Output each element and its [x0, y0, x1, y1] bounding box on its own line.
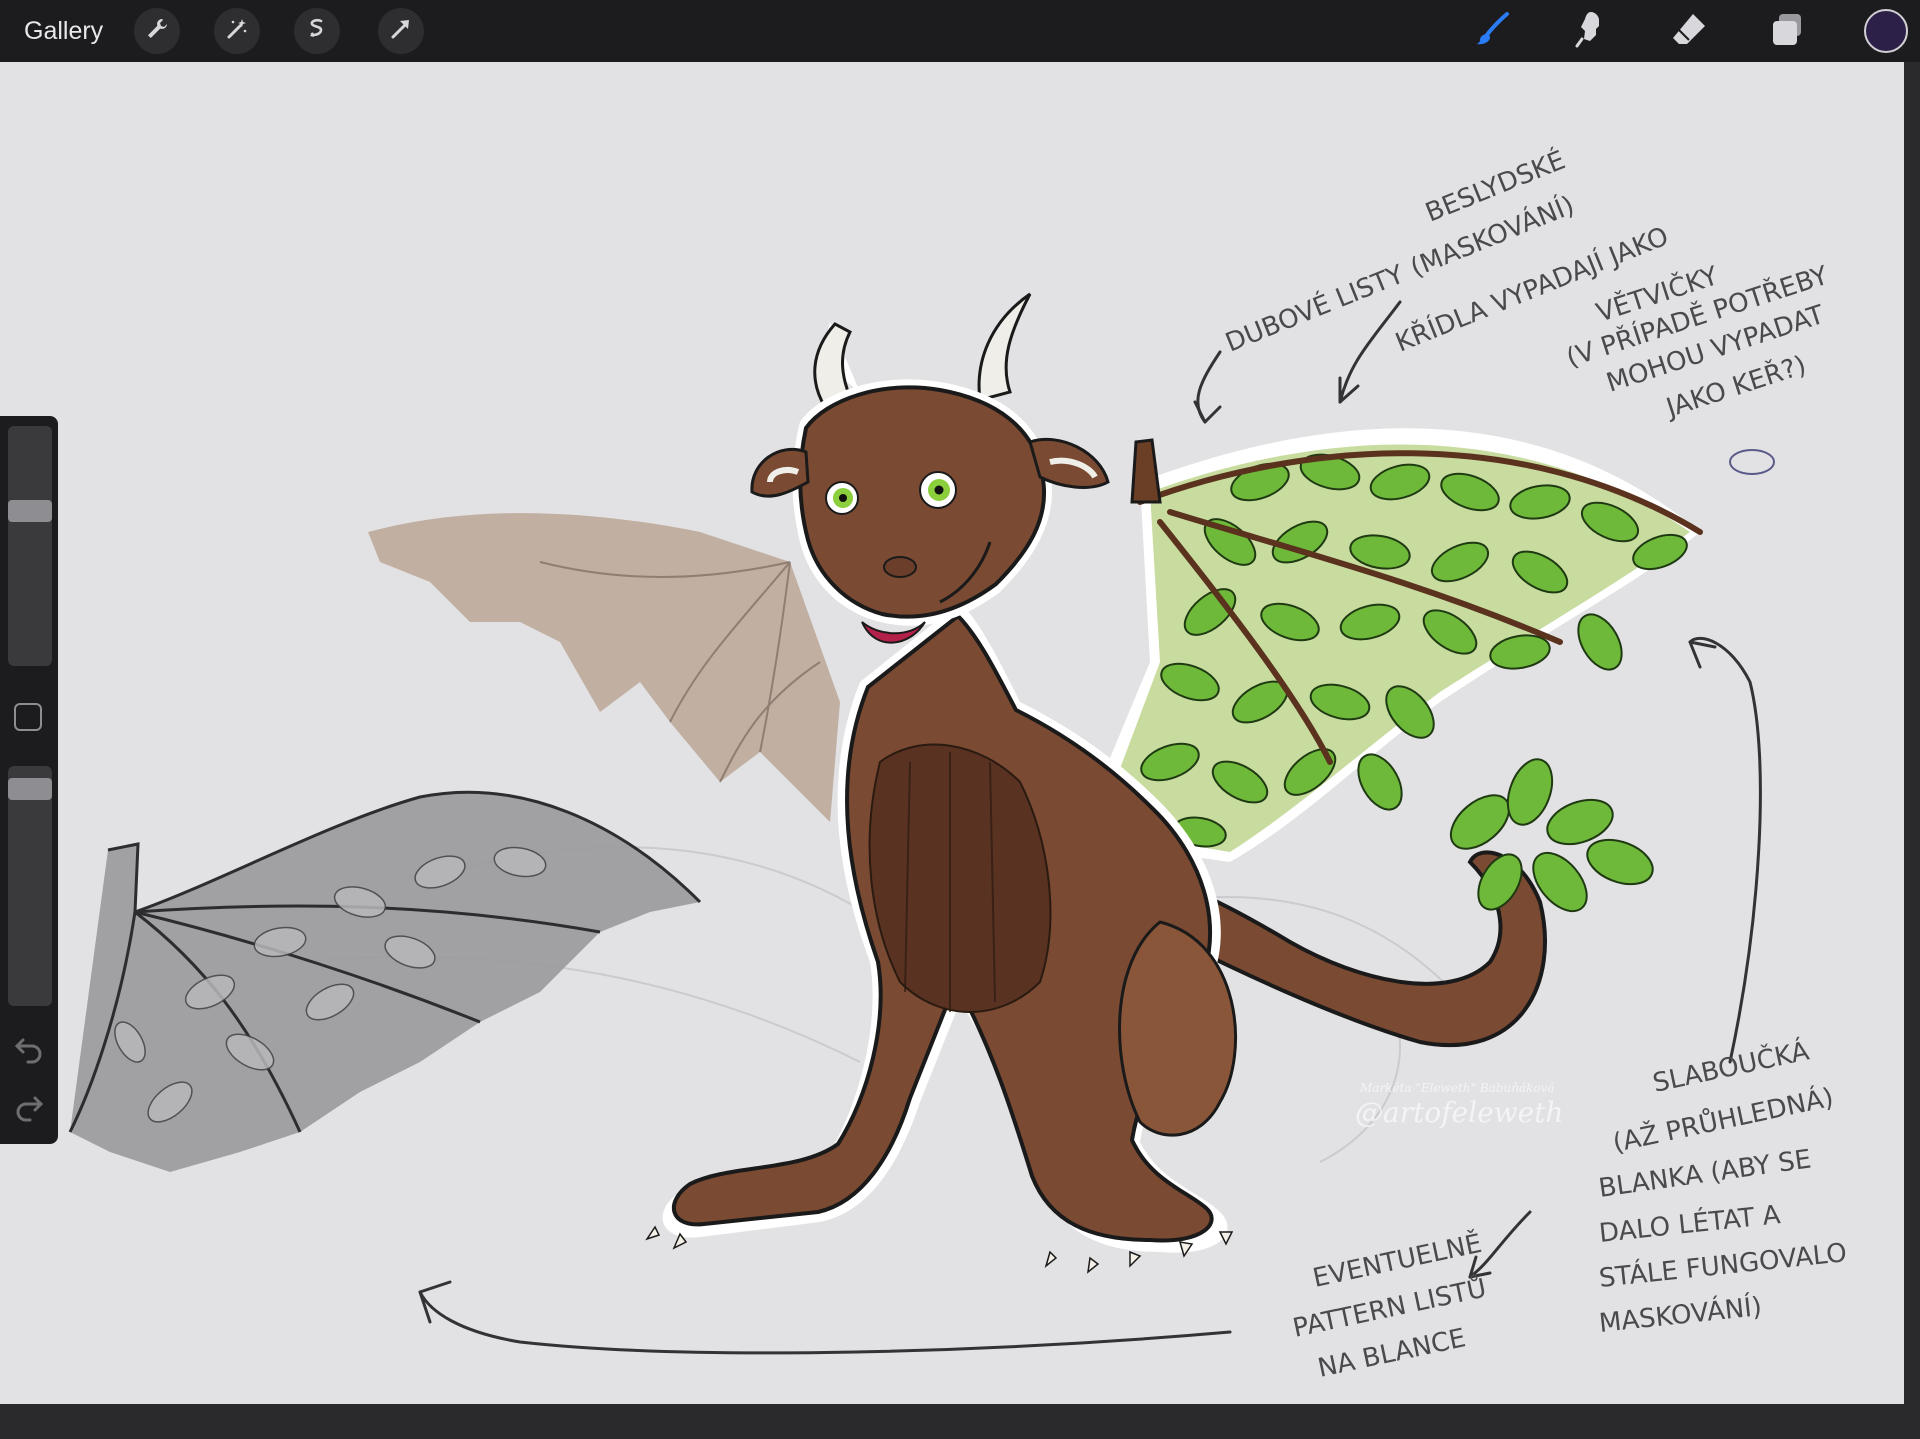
top-toolbar: Gallery [0, 0, 1920, 62]
brush-tool[interactable] [1470, 8, 1516, 54]
eraser-icon [1669, 9, 1709, 54]
note-membrane-1: SLABOUČKÁ [1650, 1034, 1812, 1098]
brush-size-thumb[interactable] [8, 500, 52, 522]
magic-wand-icon [224, 16, 250, 47]
color-swatch[interactable] [1864, 9, 1908, 53]
brown-wing-sketch [368, 513, 840, 822]
eraser-tool[interactable] [1666, 8, 1712, 54]
artwork: DUBOVÉ LISTY BESLYDSKÉ (MASKOVÁNÍ) KŘÍDL… [68, 143, 1848, 1384]
artist-signature: Markéta "Eleweth" Babuňáková @artofelewe… [1355, 1081, 1563, 1129]
modify-button[interactable] [14, 703, 42, 731]
gallery-button[interactable]: Gallery [24, 14, 103, 48]
undo-button[interactable] [11, 1030, 47, 1066]
brush-size-slider[interactable] [8, 426, 52, 666]
transform-button[interactable] [378, 8, 424, 54]
opacity-thumb[interactable] [8, 778, 52, 800]
drawing-canvas[interactable]: DUBOVÉ LISTY BESLYDSKÉ (MASKOVÁNÍ) KŘÍDL… [0, 62, 1904, 1404]
opacity-slider[interactable] [8, 766, 52, 1006]
canvas-right-edge [1904, 62, 1920, 1404]
grey-wing-sketch [68, 790, 702, 1172]
selection-button[interactable] [294, 8, 340, 54]
undo-icon [11, 1038, 47, 1070]
bottom-strip [0, 1404, 1920, 1439]
wrench-icon [144, 16, 170, 47]
actions-button[interactable] [134, 8, 180, 54]
brush-icon [1473, 9, 1513, 54]
layers-icon [1767, 9, 1807, 54]
smudge-icon [1571, 9, 1611, 54]
layers-tool[interactable] [1764, 8, 1810, 54]
leaf-wing [1100, 428, 1703, 862]
note-membrane-6: MASKOVÁNÍ) [1597, 1290, 1763, 1339]
side-toolbar [0, 416, 58, 1144]
signature-handle: @artofeleweth [1355, 1096, 1563, 1129]
redo-icon [11, 1096, 47, 1128]
signature-name: Markéta "Eleweth" Babuňáková [1359, 1081, 1555, 1095]
dragon-head [750, 292, 1110, 644]
selection-icon [304, 16, 330, 47]
note-membrane-4: DALO LÉTAT A [1597, 1198, 1782, 1249]
transform-arrow-icon [388, 16, 414, 47]
adjustments-button[interactable] [214, 8, 260, 54]
note-oak: DUBOVÉ LISTY [1221, 258, 1409, 359]
redo-button[interactable] [11, 1088, 47, 1124]
smudge-tool[interactable] [1568, 8, 1614, 54]
